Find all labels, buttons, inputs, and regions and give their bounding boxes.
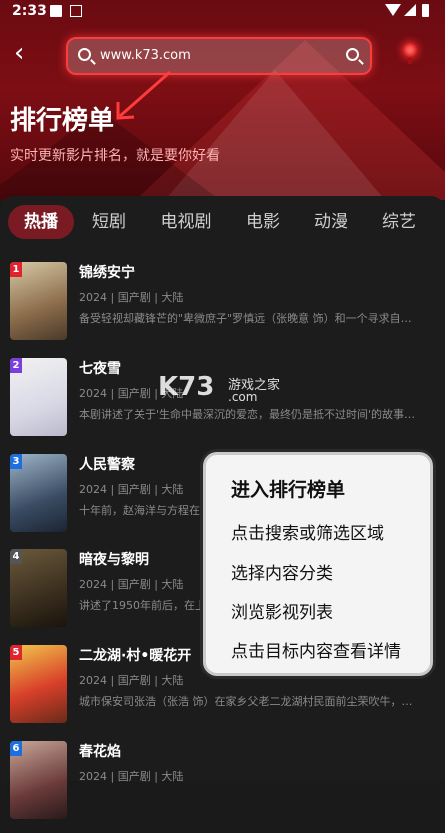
tab-tv-series[interactable]: 电视剧: [150, 205, 222, 239]
location-pin-icon[interactable]: [402, 42, 418, 64]
item-meta: 2024 | 国产剧 | 大陆: [79, 483, 184, 496]
item-title: 人民警察: [79, 457, 135, 473]
page-title: 排行榜单: [10, 106, 115, 136]
item-meta: 2024 | 国产剧 | 大陆: [79, 674, 184, 687]
rank-badge: 6: [10, 741, 22, 756]
item-meta: 2024 | 国产剧 | 大陆: [79, 770, 184, 783]
item-meta: 2024 | 国产剧 | 大陆: [79, 387, 184, 400]
item-desc: 备受轻视却藏锋芒的"卑微庶子"罗慎远（张晚意 饰）和一个寻求自由…: [79, 312, 419, 325]
item-meta: 2024 | 国产剧 | 大陆: [79, 291, 184, 304]
popup-step: 点击目标内容查看详情: [231, 642, 401, 662]
tab-anime[interactable]: 动漫: [302, 205, 360, 239]
wifi-icon: [385, 4, 401, 16]
item-desc: 本剧讲述了关于'生命中最深沉的爱恋，最终仍是抵不过时间'的故事。…: [79, 408, 419, 421]
item-title: 二龙湖·村•暖花开: [79, 648, 192, 664]
rank-badge: 3: [10, 454, 22, 469]
item-title: 暗夜与黎明: [79, 552, 149, 568]
rank-badge: 5: [10, 645, 22, 660]
poster-image: 1: [10, 262, 67, 340]
item-title: 七夜雪: [79, 361, 121, 377]
popup-step: 选择内容分类: [231, 564, 333, 584]
tab-short-drama[interactable]: 短剧: [80, 205, 138, 239]
popup-heading: 进入排行榜单: [231, 479, 346, 501]
search-submit-icon[interactable]: [346, 48, 359, 61]
popup-step: 点击搜索或筛选区域: [231, 524, 384, 544]
guide-popup: 进入排行榜单 点击搜索或筛选区域 选择内容分类 浏览影视列表 点击目标内容查看详…: [203, 452, 433, 676]
rank-badge: 1: [10, 262, 22, 277]
signal-icon: [404, 4, 416, 16]
poster-image: 4: [10, 549, 67, 627]
poster-image: 2: [10, 358, 67, 436]
poster-image: 3: [10, 454, 67, 532]
page-subtitle: 实时更新影片排名，就是要你好看: [10, 148, 220, 164]
rank-badge: 4: [10, 549, 22, 564]
status-bar: 2:33: [0, 0, 445, 24]
app-notification-icon: [70, 5, 82, 17]
battery-icon: [422, 4, 429, 17]
item-title: 春花焰: [79, 744, 121, 760]
poster-image: 5: [10, 645, 67, 723]
tab-movie[interactable]: 电影: [234, 205, 292, 239]
popup-step: 浏览影视列表: [231, 603, 333, 623]
list-item[interactable]: 1 锦绣安宁 2024 | 国产剧 | 大陆 备受轻视却藏锋芒的"卑微庶子"罗慎…: [0, 262, 445, 354]
tab-variety[interactable]: 综艺: [370, 205, 428, 239]
poster-image: 6: [10, 741, 67, 819]
tab-hot[interactable]: 热播: [8, 205, 74, 239]
list-item[interactable]: 6 春花焰 2024 | 国产剧 | 大陆: [0, 741, 445, 833]
item-desc: 城市保安司张浩（张浩 饰）在家乡父老二龙湖村民面前尘荣吹牛，为了…: [79, 695, 419, 708]
notification-icon: [50, 5, 62, 17]
back-icon[interactable]: ‹: [14, 40, 24, 66]
category-tabs: 热播 短剧 电视剧 电影 动漫 综艺: [0, 205, 445, 241]
rank-badge: 2: [10, 358, 22, 373]
search-icon: [78, 48, 91, 61]
status-time: 2:33: [12, 3, 47, 19]
item-title: 锦绣安宁: [79, 265, 135, 281]
list-item[interactable]: 2 七夜雪 2024 | 国产剧 | 大陆 本剧讲述了关于'生命中最深沉的爱恋，…: [0, 358, 445, 450]
annotation-arrow: [116, 70, 171, 120]
search-url: www.k73.com: [100, 48, 191, 63]
item-meta: 2024 | 国产剧 | 大陆: [79, 578, 184, 591]
